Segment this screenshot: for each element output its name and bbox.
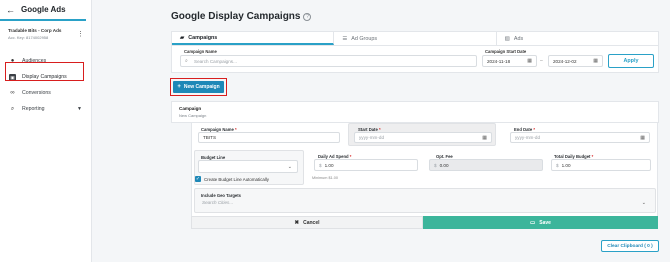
chevron-down-icon: ▼ — [77, 106, 82, 112]
new-campaign-button[interactable]: + New Campaign — [173, 81, 224, 93]
dollar-icon: $ — [434, 162, 437, 168]
total-daily-budget-value: 1.00 — [561, 162, 571, 168]
sidebar-header: ← Google Ads — [0, 0, 86, 21]
tab-label: Ad Groups — [351, 35, 378, 42]
back-arrow-icon[interactable]: ← — [6, 5, 15, 15]
start-date-to-input[interactable]: 2024-12-02 ▦ — [548, 55, 603, 67]
new-campaign-label: New Campaign — [183, 84, 220, 90]
account-name: Tradable Bits - Corp Ads — [8, 28, 62, 33]
campaign-name-input[interactable]: TBITS — [198, 132, 340, 143]
geo-targets-placeholder: Search Cities... — [202, 200, 234, 205]
help-icon[interactable]: ? — [303, 12, 312, 21]
users-icon: ● — [10, 58, 15, 64]
start-date-from-input[interactable]: 2024-11-18 ▦ — [482, 55, 537, 67]
image-icon: ▨ — [504, 35, 510, 42]
opt-fee-input: $ 0.00 — [429, 159, 543, 171]
start-date-filter-label: Campaign Start Date — [485, 49, 527, 54]
start-date-placeholder: yyyy-mm-dd — [359, 135, 385, 140]
cancel-button[interactable]: ✖ Cancel — [191, 216, 423, 229]
campaign-name-value: TBITS — [203, 135, 217, 140]
dollar-icon: $ — [556, 162, 559, 168]
campaign-search-input[interactable]: ⌕ Search Campaigns... — [180, 55, 477, 67]
campaign-name-filter-label: Campaign Name — [184, 49, 217, 54]
create-budget-line-label: Create Budget Line Automatically — [204, 176, 269, 182]
calendar-icon[interactable]: ▦ — [527, 58, 532, 64]
tab-label: Campaigns — [188, 34, 218, 41]
chevron-down-icon: ⌄ — [287, 163, 292, 170]
sidebar-item-conversions[interactable]: ∞ Conversions — [0, 85, 91, 101]
tab-label: Ads — [513, 35, 524, 42]
tab-campaigns[interactable]: ▰ Campaigns — [172, 32, 335, 45]
budget-line-select[interactable]: ⌄ — [198, 160, 298, 173]
daily-ad-spend-value: 1.00 — [324, 162, 334, 168]
sidebar: ← Google Ads Tradable Bits - Corp Ads Ac… — [0, 0, 92, 262]
geo-targets-input[interactable]: Search Cities... ⌄ — [198, 197, 651, 208]
display-campaigns-icon: ▣ — [9, 73, 16, 81]
tab-ads[interactable]: ▨ Ads — [497, 32, 658, 45]
date-range-separator: – — [540, 58, 543, 64]
end-date-placeholder: yyyy-mm-dd — [515, 135, 541, 140]
tab-bar: ▰ Campaigns ☰ Ad Groups ▨ Ads — [172, 32, 658, 46]
total-daily-budget-input[interactable]: $ 1.00 — [551, 159, 651, 171]
folder-icon: ▰ — [180, 34, 185, 41]
sidebar-item-label: Display Campaigns — [22, 74, 67, 80]
account-selector[interactable]: Tradable Bits - Corp Ads Acc. Key: 81740… — [8, 28, 86, 47]
start-date-input[interactable]: yyyy-mm-dd ▦ — [354, 132, 492, 143]
page-title: Google Display Campaigns ? — [171, 11, 312, 22]
close-icon: ✖ — [294, 219, 300, 226]
opt-fee-value: 0.00 — [439, 162, 449, 168]
campaigns-filter-card: ▰ Campaigns ☰ Ad Groups ▨ Ads Campaign N… — [171, 31, 659, 73]
apply-button[interactable]: Apply — [608, 54, 654, 68]
account-key: Acc. Key: 8174002958 — [8, 35, 49, 40]
kebab-menu-icon[interactable]: ⋮ — [77, 31, 84, 38]
sidebar-item-label: Conversions — [22, 90, 51, 96]
list-icon: ☰ — [342, 35, 348, 42]
sidebar-item-label: Audiences — [22, 58, 47, 64]
campaign-section-subtitle: New Campaign — [179, 113, 207, 118]
clear-clipboard-button[interactable]: Clear Clipboard ( 0 ) — [601, 240, 659, 252]
save-label: Save — [539, 219, 551, 226]
tab-ad-groups[interactable]: ☰ Ad Groups — [334, 32, 497, 45]
search-icon: ⌕ — [185, 58, 188, 64]
page-title-text: Google Display Campaigns — [171, 11, 301, 22]
start-date-to-value: 2024-12-02 — [553, 58, 577, 64]
campaign-section-title: Campaign — [179, 106, 202, 111]
end-date-input[interactable]: yyyy-mm-dd ▦ — [510, 132, 650, 143]
filter-row: Campaign Name ⌕ Search Campaigns... Camp… — [172, 46, 658, 73]
link-icon: ∞ — [10, 90, 15, 96]
calendar-icon[interactable]: ▦ — [482, 135, 487, 141]
create-budget-line-checkbox[interactable]: ✓ Create Budget Line Automatically — [195, 176, 269, 182]
checkmark-icon: ✓ — [195, 176, 201, 182]
start-date-from-value: 2024-11-18 — [487, 58, 511, 64]
sidebar-item-reporting[interactable]: ⌕ Reporting ▼ — [0, 101, 91, 117]
save-icon: ▭ — [530, 219, 536, 226]
cancel-label: Cancel — [303, 219, 320, 226]
campaign-search-placeholder: Search Campaigns... — [194, 58, 237, 64]
new-campaign-form: Campaign Name * TBITS Start Date * yyyy-… — [191, 123, 658, 229]
sidebar-item-label: Reporting — [22, 106, 45, 112]
campaign-section-header: Campaign New Campaign — [171, 101, 659, 123]
sidebar-item-audiences[interactable]: ● Audiences — [0, 53, 91, 69]
minimum-hint: Minimum $1.00 — [312, 176, 338, 180]
chevron-down-icon: ⌄ — [641, 199, 646, 206]
search-chart-icon: ⌕ — [10, 105, 15, 112]
app-title: Google Ads — [21, 5, 66, 14]
dollar-icon: $ — [319, 162, 322, 168]
calendar-icon[interactable]: ▦ — [640, 135, 645, 141]
daily-ad-spend-input[interactable]: $ 1.00 — [314, 159, 418, 171]
sidebar-item-display-campaigns[interactable]: ▣ Display Campaigns — [0, 69, 91, 85]
calendar-icon[interactable]: ▦ — [593, 58, 598, 64]
plus-icon: + — [177, 84, 181, 90]
save-button[interactable]: ▭ Save — [423, 216, 658, 229]
